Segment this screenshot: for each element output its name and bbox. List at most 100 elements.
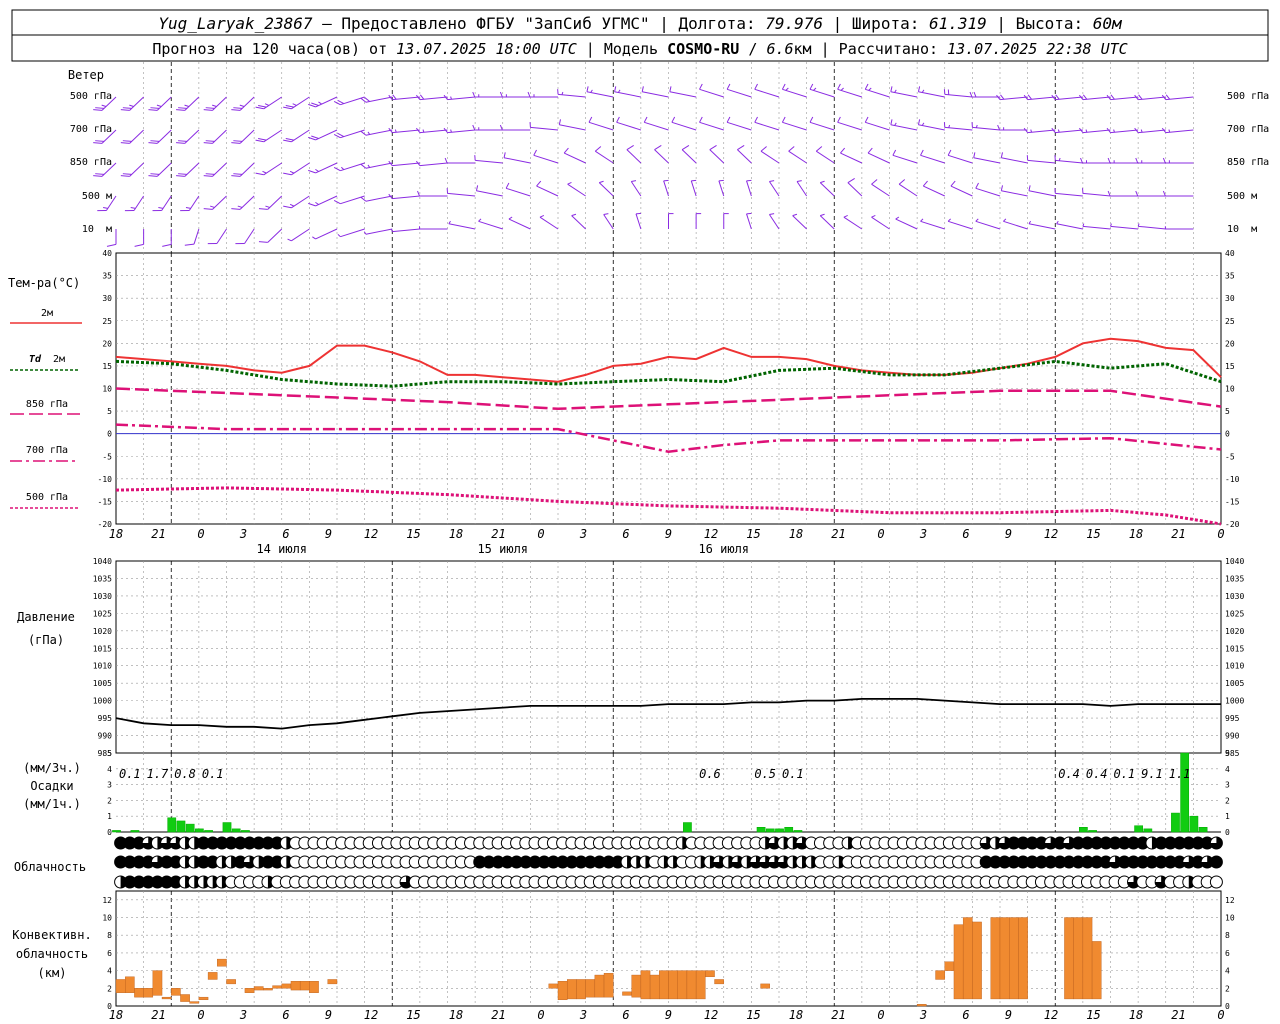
wind-barb-flag	[533, 149, 537, 156]
wind-right-10m: 10 м	[1227, 224, 1257, 235]
conv-bar	[999, 917, 1010, 1000]
temp-tick-left: -15	[98, 497, 113, 506]
wind-barb-flag	[419, 94, 425, 100]
conv-bar	[916, 1004, 927, 1007]
wind-barb-staff	[603, 214, 614, 230]
conv-bar	[152, 970, 163, 996]
wind-barb-staff	[267, 228, 283, 243]
wind-barb-staff	[239, 96, 255, 111]
wind-barb-half-flag	[631, 180, 637, 183]
temp-tick-left: 40	[102, 249, 112, 258]
temp-title: Тем-ра(°С)	[8, 276, 80, 290]
header-provider: — Предоставлено ФГБУ "ЗапСиб УГМС" | Дол…	[312, 14, 765, 33]
wind-barb-staff	[588, 121, 614, 131]
wind-level-500hpa: 500 гПа	[70, 91, 112, 102]
pressure-tick-right: 1010	[1225, 662, 1244, 671]
wind-barb-flag	[616, 116, 620, 123]
conv-title-2: облачность	[16, 947, 88, 961]
precip-total-label: 0.6	[699, 767, 721, 781]
pressure-tick-left: 990	[98, 732, 113, 741]
wind-barb-staff	[947, 220, 973, 230]
wind-barb-flag	[360, 97, 367, 103]
wind-barb-half-flag	[769, 180, 775, 183]
wind-barb-staff	[1028, 223, 1056, 230]
wind-barb-half-flag	[337, 233, 341, 238]
conv-bar	[1018, 917, 1028, 1000]
precip-bar	[204, 830, 213, 833]
conv-bar	[299, 981, 310, 991]
precip-tick-left: 2	[107, 796, 112, 805]
wind-barb-flag	[669, 86, 672, 92]
precip-bar	[241, 830, 250, 833]
wind-barb-staff	[898, 183, 918, 197]
wind-barb-half-flag	[599, 180, 604, 184]
wind-barb-flag	[626, 145, 634, 151]
wind-barb-flag	[205, 173, 215, 175]
time-label-mid: 15	[746, 527, 760, 541]
wind-barb-staff	[1001, 157, 1028, 164]
wind-barb-flag	[809, 83, 814, 90]
conv-tick-right: 8	[1225, 931, 1230, 940]
precip-tick-left: 1	[107, 812, 112, 821]
temp-tick-left: 5	[107, 407, 112, 416]
wind-barb-flag	[563, 147, 569, 154]
conv-bar	[1009, 917, 1019, 1000]
wind-barb-staff	[871, 216, 890, 230]
conv-bar	[695, 970, 706, 1000]
wind-barb-half-flag	[539, 214, 545, 218]
wind-barb-staff	[594, 150, 614, 164]
wind-barb-staff	[1082, 225, 1111, 230]
precip-bar	[683, 822, 692, 833]
pressure-tick-right: 1000	[1225, 697, 1244, 706]
wind-barb-staff	[216, 228, 227, 244]
wind-barb-half-flag	[1003, 218, 1007, 222]
wind-barb-flag	[898, 179, 906, 185]
precip-total-label: 0.4	[1086, 767, 1108, 781]
wind-barb-half-flag	[212, 104, 217, 108]
wind-barb-flag	[614, 86, 617, 92]
wind-barb-flag	[203, 142, 213, 144]
temp-tick-left: -10	[98, 475, 113, 484]
cloud-symbol-low	[1209, 875, 1223, 889]
precip-tick-right: 3	[1225, 781, 1230, 790]
wind-barb-staff	[635, 213, 642, 230]
wind-barb-flag	[781, 83, 786, 90]
wind-barb-staff	[746, 180, 752, 197]
wind-barb-staff	[819, 182, 835, 197]
wind-barb-flag	[122, 173, 132, 175]
wind-barb-half-flag	[210, 205, 215, 208]
wind-barb-half-flag	[312, 236, 316, 240]
wind-barb-staff	[718, 180, 725, 197]
precip-tick-left: 5	[107, 749, 112, 758]
time-label-bottom: 12	[364, 1008, 378, 1022]
wind-barb-half-flag	[921, 89, 925, 93]
wind-barb-staff	[843, 216, 863, 230]
wind-barb-flag	[203, 109, 213, 111]
wind-barb-staff	[212, 129, 227, 144]
cloud-cover-chart	[114, 836, 1223, 889]
wind-barb-staff	[871, 183, 890, 197]
precip-bar	[1171, 812, 1180, 833]
wind-barb-staff	[365, 162, 393, 169]
wind-barb-staff	[212, 195, 227, 210]
wind-barb-flag	[975, 182, 979, 189]
wind-barb-half-flag	[792, 213, 798, 217]
wind-barb-half-flag	[871, 214, 876, 218]
wind-barb-flag	[973, 91, 977, 98]
wind-barb-staff	[669, 91, 697, 98]
wind-barb-staff	[315, 162, 338, 174]
legend-td-suffix: 2м	[41, 354, 65, 365]
time-label-bottom: 0	[537, 1008, 544, 1022]
wind-barb-staff	[503, 157, 531, 164]
conv-bar	[944, 961, 955, 971]
wind-barb-flag	[1000, 152, 1004, 158]
wind-barb-half-flag	[315, 201, 319, 205]
precip-bar	[185, 823, 195, 833]
wind-barb-staff	[923, 185, 945, 197]
temp-tick-right: 25	[1225, 317, 1235, 326]
wind-barb-staff	[505, 187, 531, 197]
wind-level-500m: 500 м	[82, 191, 112, 202]
wind-barb-flag	[475, 185, 479, 191]
wind-barb-flag	[1110, 94, 1115, 100]
wind-barb-half-flag	[239, 104, 245, 108]
